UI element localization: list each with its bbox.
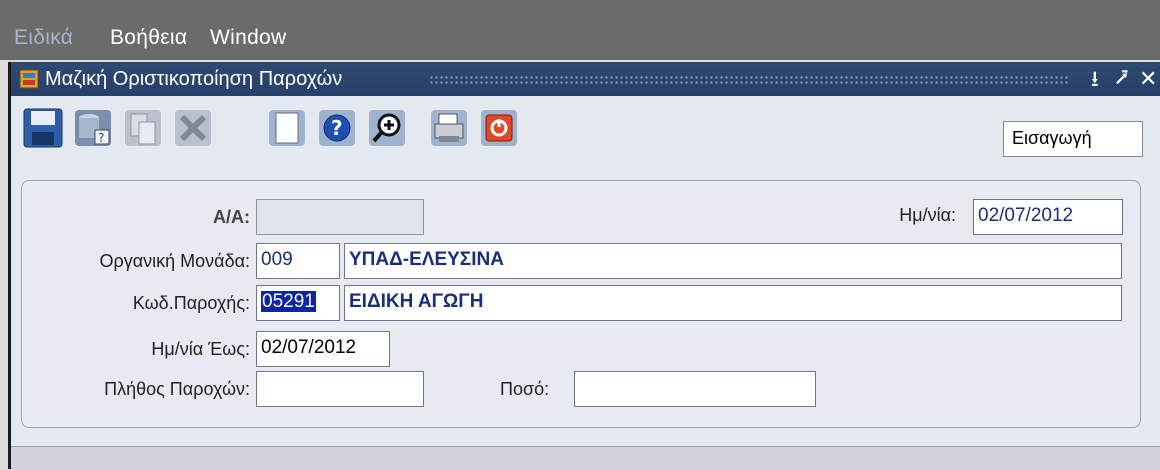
window-title-bar[interactable]: Μαζική Οριστικοποίηση Παροχών ⭳ ⭷ ✕ bbox=[8, 62, 1160, 96]
new-document-icon bbox=[269, 110, 305, 146]
copy-record-icon bbox=[125, 110, 161, 146]
form-window: ? ? Εισαγωγή Α/Α: Ημ/νία: 02/07/2012 Οργ… bbox=[8, 96, 1160, 470]
benefit-count-label: Πλήθος Παροχών: bbox=[104, 379, 250, 399]
window-title: Μαζική Οριστικοποίηση Παροχών bbox=[45, 68, 343, 90]
menu-bar: Ειδικά Βοήθεια Window bbox=[0, 0, 1160, 60]
zoom-button[interactable] bbox=[365, 106, 409, 150]
zoom-in-icon bbox=[369, 110, 405, 146]
close-icon[interactable]: ✕ bbox=[1139, 66, 1157, 92]
benefit-code-label: Κωδ.Παροχής: bbox=[132, 293, 250, 313]
date-label: Ημ/νία: bbox=[899, 205, 956, 225]
svg-text:?: ? bbox=[331, 116, 343, 140]
exit-icon bbox=[481, 110, 517, 146]
aa-field bbox=[256, 199, 424, 235]
save-button[interactable] bbox=[21, 106, 65, 150]
app-icon bbox=[19, 69, 39, 89]
save-icon bbox=[23, 108, 63, 148]
date-field[interactable]: 02/07/2012 bbox=[973, 199, 1123, 235]
date-until-label: Ημ/νία Έως: bbox=[151, 339, 250, 359]
menu-window[interactable]: Window bbox=[210, 26, 287, 50]
minimize-icon[interactable]: ⭳ bbox=[1091, 66, 1099, 92]
benefit-name-field[interactable]: ΕΙΔΙΚΗ ΑΓΩΓΗ bbox=[344, 285, 1122, 321]
maximize-icon[interactable]: ⭷ bbox=[1115, 66, 1129, 92]
delete-record-icon bbox=[175, 110, 211, 146]
exit-button[interactable] bbox=[477, 106, 521, 150]
benefit-code-selected-text: 05291 bbox=[261, 291, 316, 312]
benefit-code-field[interactable]: 05291 bbox=[256, 285, 340, 321]
help-button[interactable]: ? bbox=[315, 106, 359, 150]
toolbar: ? ? Εισαγωγή bbox=[21, 106, 1143, 157]
org-unit-name-field[interactable]: ΥΠΑΔ-ΕΛΕΥΣΙΝΑ bbox=[344, 243, 1122, 279]
benefit-count-field[interactable] bbox=[256, 371, 424, 407]
title-bar-grip bbox=[429, 75, 1069, 84]
amount-field[interactable] bbox=[574, 371, 816, 407]
print-icon bbox=[431, 110, 467, 146]
underlying-window-strip bbox=[11, 446, 1160, 470]
new-record-button[interactable] bbox=[265, 106, 309, 150]
date-until-field[interactable]: 02/07/2012 bbox=[256, 331, 390, 367]
amount-label: Ποσό: bbox=[500, 379, 550, 399]
svg-text:?: ? bbox=[98, 131, 104, 145]
org-unit-label: Οργανική Μονάδα: bbox=[99, 251, 251, 271]
mode-indicator: Εισαγωγή bbox=[1003, 121, 1143, 157]
query-button[interactable]: ? bbox=[71, 106, 115, 150]
menu-special[interactable]: Ειδικά bbox=[14, 26, 73, 50]
print-button[interactable] bbox=[427, 106, 471, 150]
menu-help[interactable]: Βοήθεια bbox=[110, 26, 187, 50]
query-database-icon: ? bbox=[75, 110, 111, 146]
aa-label: Α/Α: bbox=[213, 207, 250, 227]
form-panel: Α/Α: Ημ/νία: 02/07/2012 Οργανική Μονάδα:… bbox=[21, 180, 1141, 428]
org-unit-code-field[interactable]: 009 bbox=[256, 243, 340, 279]
delete-record-button[interactable] bbox=[171, 106, 215, 150]
help-icon: ? bbox=[319, 110, 355, 146]
copy-record-button[interactable] bbox=[121, 106, 165, 150]
